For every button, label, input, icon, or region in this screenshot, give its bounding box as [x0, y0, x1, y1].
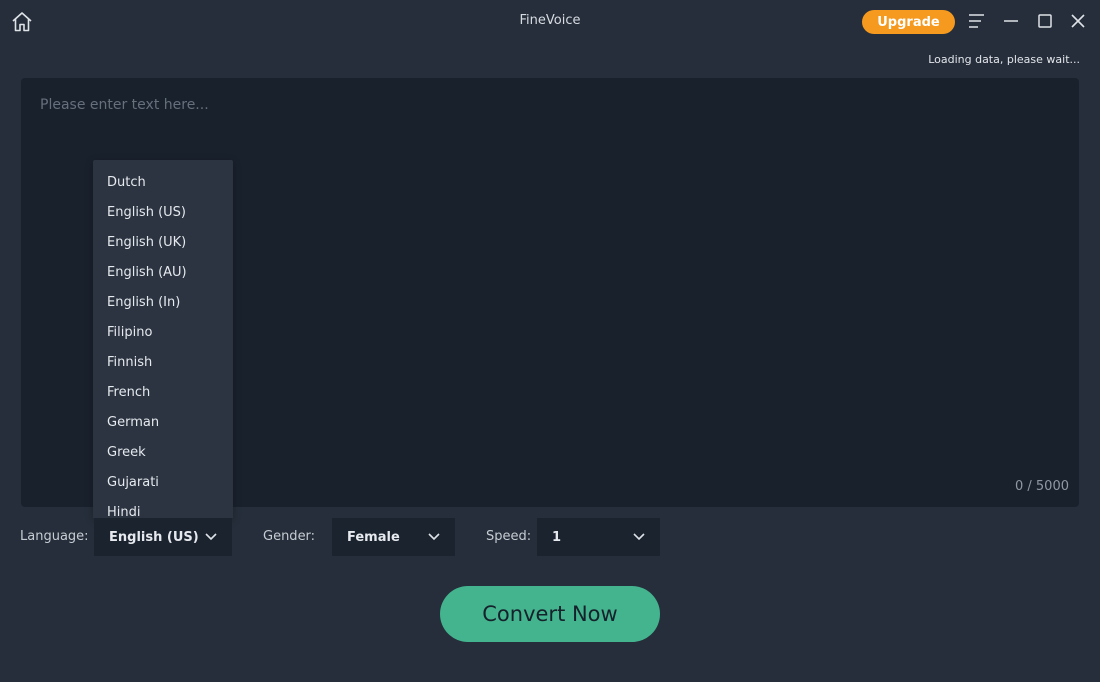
language-label: Language: — [20, 529, 89, 544]
gender-label: Gender: — [263, 529, 316, 544]
speed-label: Speed: — [486, 529, 532, 544]
language-option[interactable]: English (In) — [93, 288, 233, 318]
speed-value: 1 — [552, 529, 562, 545]
gender-value: Female — [347, 529, 400, 545]
language-option[interactable]: English (US) — [93, 198, 233, 228]
language-option[interactable]: German — [93, 408, 233, 438]
language-value: English (US) — [109, 529, 199, 545]
language-option[interactable]: Hindi — [93, 498, 233, 518]
controls-row: Language: English (US) Gender: Female Sp… — [0, 518, 1100, 556]
language-option[interactable]: Greek — [93, 438, 233, 468]
language-option[interactable]: English (AU) — [93, 258, 233, 288]
upgrade-button[interactable]: Upgrade — [862, 10, 955, 34]
character-count: 0 / 5000 — [1015, 479, 1069, 494]
language-options: Dutch English (US) English (UK) English (AU… — [93, 160, 233, 518]
title-bar: FineVoice Upgrade — [0, 0, 1100, 44]
loading-status: Loading data, please wait... — [928, 53, 1080, 66]
language-dropdown-list[interactable]: Dutch English (US) English (UK) English (AU… — [93, 160, 233, 518]
chevron-down-icon — [632, 531, 646, 541]
speed-select[interactable]: 1 — [537, 518, 660, 556]
language-option[interactable]: Gujarati — [93, 468, 233, 498]
language-option[interactable]: Filipino — [93, 318, 233, 348]
chevron-down-icon — [204, 531, 218, 541]
gender-select[interactable]: Female — [332, 518, 455, 556]
language-select[interactable]: English (US) — [94, 518, 232, 556]
maximize-icon[interactable] — [1034, 10, 1056, 32]
minimize-icon[interactable] — [1000, 10, 1022, 32]
language-option[interactable]: Finnish — [93, 348, 233, 378]
convert-now-button[interactable]: Convert Now — [440, 586, 660, 642]
language-option[interactable]: French — [93, 378, 233, 408]
menu-icon[interactable] — [966, 10, 988, 32]
language-option[interactable]: Dutch — [93, 168, 233, 198]
language-option[interactable]: English (UK) — [93, 228, 233, 258]
close-icon[interactable] — [1067, 10, 1089, 32]
chevron-down-icon — [427, 531, 441, 541]
